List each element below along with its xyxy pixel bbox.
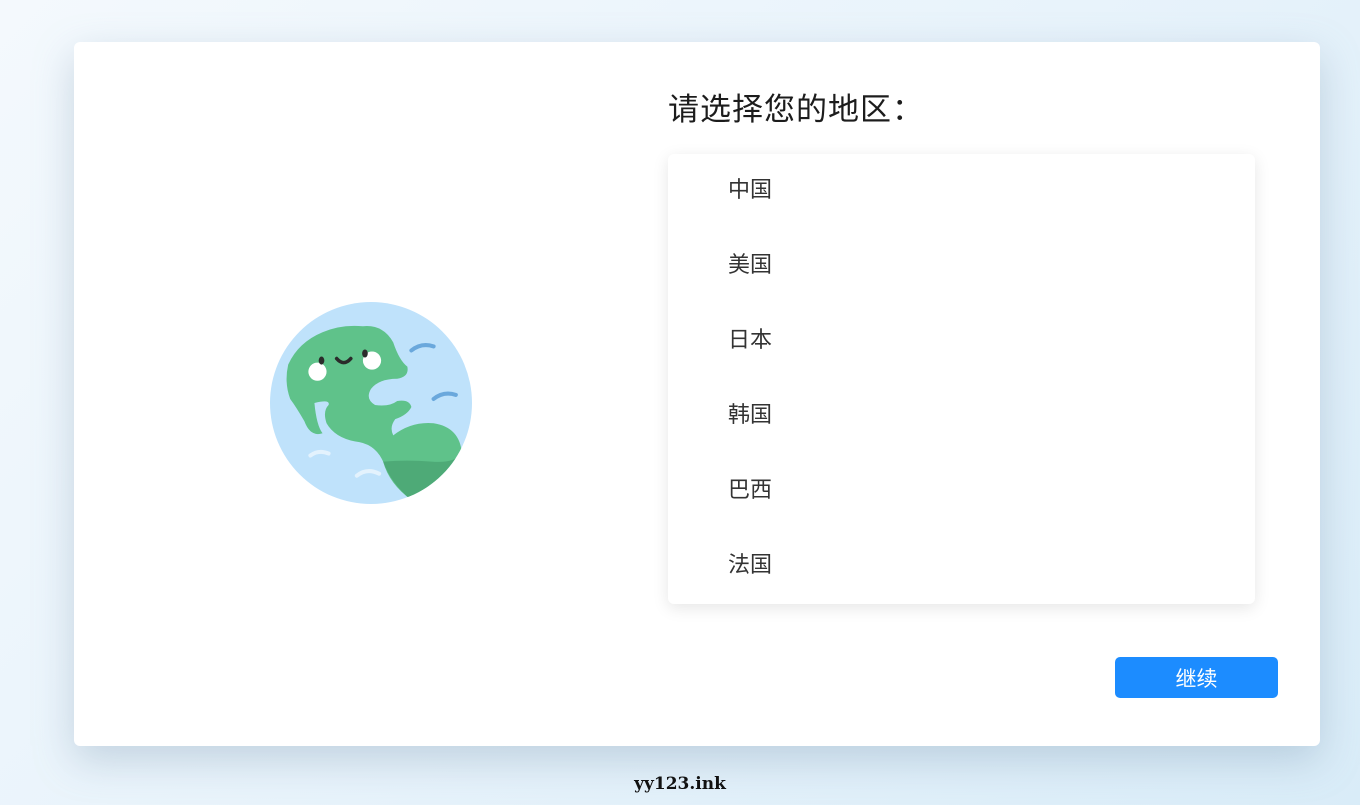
region-option-korea[interactable]: 韩国 [668, 378, 1255, 453]
continue-button[interactable]: 继续 [1115, 657, 1278, 698]
region-option-china[interactable]: 中国 [668, 154, 1255, 228]
region-option-brazil[interactable]: 巴西 [668, 453, 1255, 528]
region-list: 中国 美国 日本 韩国 巴西 法国 [668, 154, 1255, 604]
smiling-globe-icon [270, 302, 472, 504]
region-option-france[interactable]: 法国 [668, 528, 1255, 603]
region-option-usa[interactable]: 美国 [668, 228, 1255, 303]
watermark: yy123.ink [634, 774, 726, 794]
region-selection-dialog: 请选择您的地区： 中国 美国 日本 韩国 巴西 法国 继续 [74, 42, 1320, 746]
dialog-title: 请选择您的地区： [668, 92, 924, 128]
region-option-japan[interactable]: 日本 [668, 303, 1255, 378]
